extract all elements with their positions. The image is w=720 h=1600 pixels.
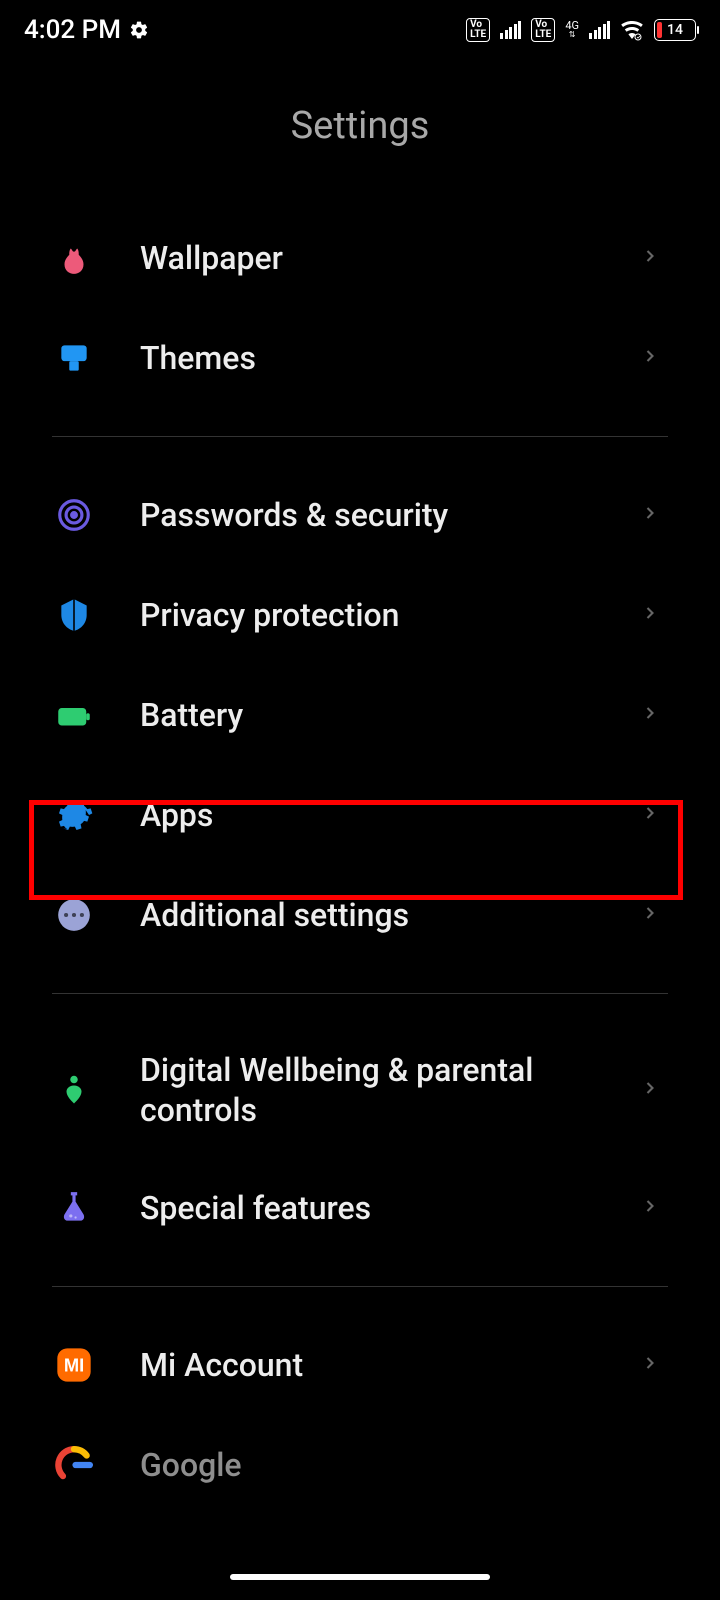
flask-icon (52, 1186, 96, 1230)
signal-icon (500, 21, 521, 39)
divider (52, 436, 668, 437)
svg-text:MI: MI (64, 1355, 84, 1376)
settings-item-google[interactable]: Google (0, 1415, 720, 1487)
chevron-right-icon (640, 1196, 660, 1220)
settings-item-digital-wellbeing[interactable]: Digital Wellbeing & parental controls (0, 1022, 720, 1158)
item-label: Wallpaper (140, 238, 640, 278)
item-label: Battery (140, 695, 640, 735)
settings-item-additional-settings[interactable]: Additional settings (0, 865, 720, 965)
wellbeing-icon (52, 1068, 96, 1112)
fingerprint-icon (52, 493, 96, 537)
item-label: Digital Wellbeing & parental controls (140, 1050, 640, 1130)
mi-icon: MI (52, 1343, 96, 1387)
shield-icon (52, 593, 96, 637)
status-bar: 4:02 PM VoLTE VoLTE 4G⇅ 14 (0, 0, 720, 60)
item-label: Special features (140, 1188, 640, 1228)
settings-item-privacy-protection[interactable]: Privacy protection (0, 565, 720, 665)
wifi-icon (620, 18, 644, 42)
chevron-right-icon (640, 1078, 660, 1102)
apps-gear-icon (52, 793, 96, 837)
chevron-right-icon (640, 903, 660, 927)
navigation-indicator[interactable] (230, 1574, 490, 1580)
network-type: 4G⇅ (565, 21, 579, 39)
chevron-right-icon (640, 503, 660, 527)
settings-item-special-features[interactable]: Special features (0, 1158, 720, 1258)
status-time: 4:02 PM (24, 15, 121, 45)
volte-icon: VoLTE (531, 18, 555, 42)
google-icon (52, 1443, 96, 1487)
status-right: VoLTE VoLTE 4G⇅ 14 (466, 18, 696, 42)
battery-icon (52, 693, 96, 737)
item-label: Privacy protection (140, 595, 640, 635)
wallpaper-icon (52, 236, 96, 280)
settings-item-wallpaper[interactable]: Wallpaper (0, 208, 720, 308)
item-label: Additional settings (140, 895, 640, 935)
settings-item-apps[interactable]: Apps (0, 765, 720, 865)
chevron-right-icon (640, 246, 660, 270)
signal-icon (589, 21, 610, 39)
gear-icon (129, 20, 149, 40)
more-icon (52, 893, 96, 937)
item-label: Google (140, 1445, 660, 1485)
item-label: Passwords & security (140, 495, 640, 535)
battery-icon: 14 (654, 19, 696, 41)
chevron-right-icon (640, 803, 660, 827)
settings-list: Wallpaper Themes Passwords & security Pr… (0, 208, 720, 1487)
status-left: 4:02 PM (24, 15, 149, 45)
settings-item-battery[interactable]: Battery (0, 665, 720, 765)
item-label: Apps (140, 795, 640, 835)
settings-item-passwords-security[interactable]: Passwords & security (0, 465, 720, 565)
item-label: Mi Account (140, 1345, 640, 1385)
volte-icon: VoLTE (466, 18, 490, 42)
chevron-right-icon (640, 603, 660, 627)
item-label: Themes (140, 338, 640, 378)
divider (52, 993, 668, 994)
themes-icon (52, 336, 96, 380)
chevron-right-icon (640, 703, 660, 727)
page-title: Settings (0, 60, 720, 208)
settings-item-mi-account[interactable]: MI Mi Account (0, 1315, 720, 1415)
divider (52, 1286, 668, 1287)
settings-item-themes[interactable]: Themes (0, 308, 720, 408)
chevron-right-icon (640, 346, 660, 370)
chevron-right-icon (640, 1353, 660, 1377)
